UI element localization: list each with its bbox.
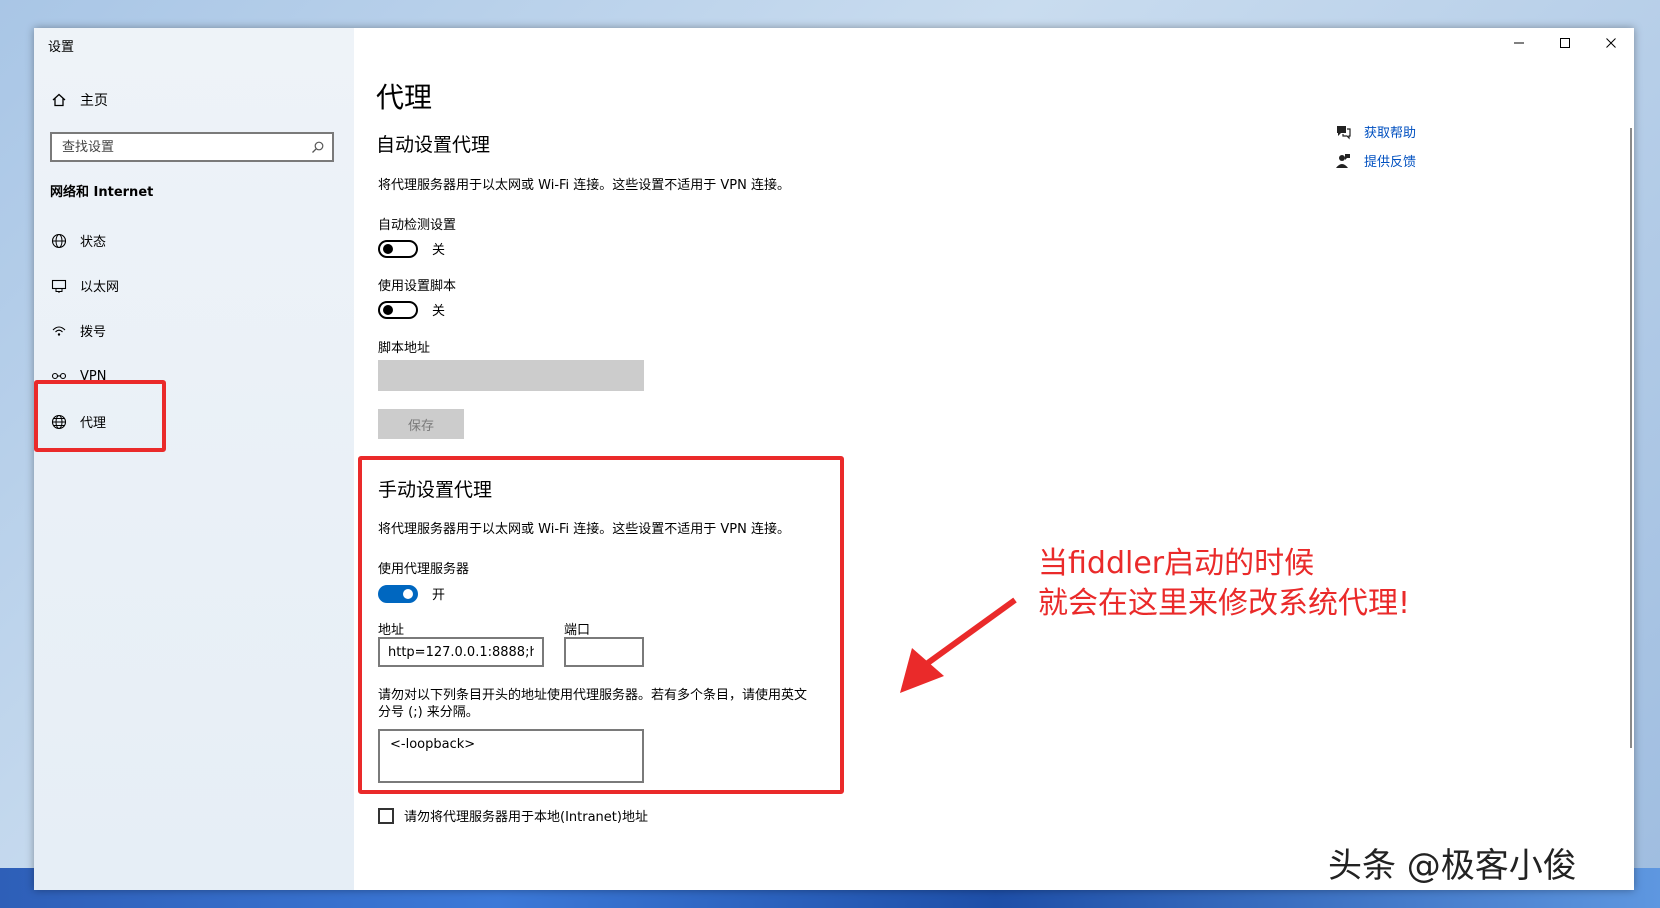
feedback-link[interactable]: 提供反馈 — [1334, 151, 1416, 170]
sidebar-item-label: 拨号 — [80, 325, 107, 340]
manual-proxy-highlight-box — [358, 456, 844, 794]
setup-script-toggle[interactable] — [378, 300, 418, 319]
feedback-label: 提供反馈 — [1364, 155, 1417, 170]
save-button[interactable]: 保存 — [378, 409, 464, 439]
script-address-input[interactable] — [378, 360, 644, 391]
auto-proxy-heading: 自动设置代理 — [376, 134, 491, 156]
sidebar-home-label: 主页 — [80, 93, 108, 109]
globe-status-icon — [50, 232, 68, 250]
watermark: 头条 @极客小俊 — [1328, 846, 1577, 886]
window-title: 设置 — [48, 40, 75, 55]
main-content: 代理 自动设置代理 将代理服务器用于以太网或 Wi-Fi 连接。这些设置不适用于… — [354, 28, 1634, 890]
ethernet-icon — [50, 277, 68, 295]
search-box — [50, 132, 334, 162]
script-address-label: 脚本地址 — [378, 341, 431, 356]
auto-proxy-description: 将代理服务器用于以太网或 Wi-Fi 连接。这些设置不适用于 VPN 连接。 — [378, 178, 791, 193]
annotation-arrow — [900, 597, 1017, 693]
sidebar-item-label: 状态 — [80, 235, 107, 250]
auto-detect-state: 关 — [432, 243, 446, 258]
close-button[interactable] — [1588, 28, 1634, 58]
chat-help-icon — [1334, 123, 1352, 141]
maximize-button[interactable] — [1542, 28, 1588, 58]
auto-detect-row: 关 — [378, 239, 445, 258]
sidebar-item-dialup[interactable]: 拨号 — [50, 321, 106, 340]
settings-window: 设置 主页 网络和 Internet 状态 以太网 — [34, 28, 1634, 890]
annotation-line-1: 当fiddler启动的时候 — [1038, 546, 1315, 581]
local-address-label: 请勿将代理服务器用于本地(Intranet)地址 — [404, 810, 648, 825]
page-title: 代理 — [376, 81, 433, 114]
setup-script-state: 关 — [432, 304, 446, 319]
local-address-row: 请勿将代理服务器用于本地(Intranet)地址 — [378, 806, 648, 825]
sidebar-item-label: 以太网 — [80, 280, 120, 295]
search-input[interactable] — [52, 134, 308, 160]
setup-script-label: 使用设置脚本 — [378, 279, 457, 294]
annotation-line-2: 就会在这里来修改系统代理! — [1038, 586, 1411, 621]
local-address-checkbox[interactable] — [378, 807, 394, 824]
annotation-text: 当fiddler启动的时候 就会在这里来修改系统代理! — [1038, 544, 1410, 624]
search-icon[interactable] — [308, 138, 326, 156]
proxy-highlight-box — [34, 380, 166, 452]
section-title: 网络和 Internet — [50, 185, 154, 200]
feedback-person-icon — [1334, 152, 1352, 170]
auto-detect-label: 自动检测设置 — [378, 218, 457, 233]
minimize-button[interactable] — [1496, 28, 1542, 58]
auto-detect-toggle[interactable] — [378, 239, 418, 258]
window-controls — [1496, 28, 1634, 58]
sidebar-item-status[interactable]: 状态 — [50, 231, 106, 250]
setup-script-row: 关 — [378, 300, 445, 319]
dialup-icon — [50, 322, 68, 340]
scrollbar[interactable] — [1630, 128, 1632, 748]
sidebar: 设置 主页 网络和 Internet 状态 以太网 — [34, 28, 354, 890]
home-icon — [50, 91, 68, 109]
sidebar-item-ethernet[interactable]: 以太网 — [50, 276, 119, 295]
sidebar-home[interactable]: 主页 — [50, 90, 108, 110]
get-help-label: 获取帮助 — [1364, 126, 1417, 141]
get-help-link[interactable]: 获取帮助 — [1334, 122, 1416, 141]
